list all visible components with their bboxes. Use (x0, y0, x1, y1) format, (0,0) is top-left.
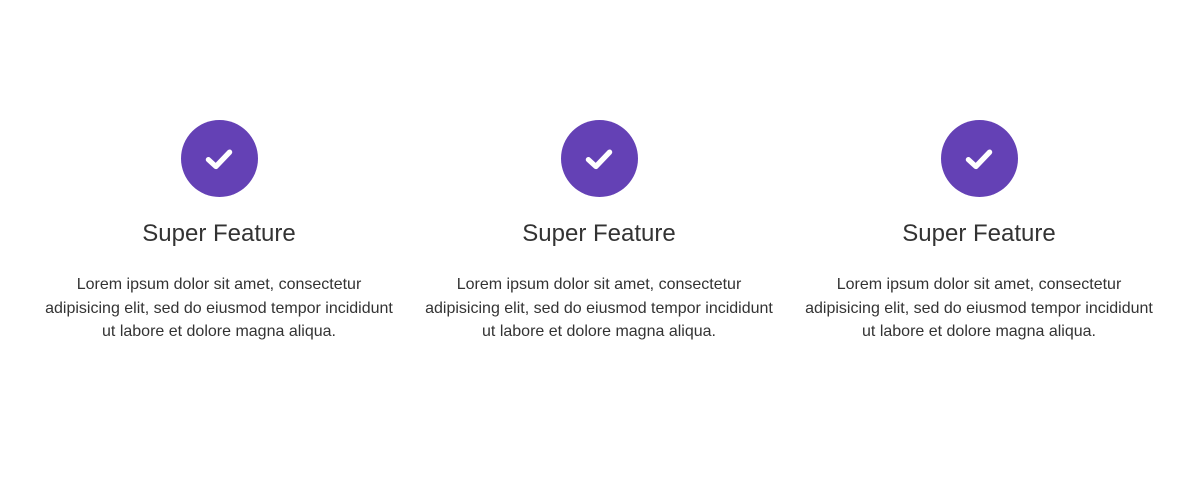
feature-title: Super Feature (902, 220, 1056, 247)
feature-card: Super Feature Lorem ipsum dolor sit amet… (29, 120, 409, 344)
feature-icon-badge (560, 120, 638, 197)
feature-title: Super Feature (142, 220, 296, 247)
feature-card: Super Feature Lorem ipsum dolor sit amet… (409, 120, 789, 344)
feature-title: Super Feature (522, 220, 676, 247)
feature-description: Lorem ipsum dolor sit amet, consectetur … (805, 276, 1153, 340)
check-icon (965, 149, 993, 169)
feature-icon-badge (180, 120, 258, 197)
check-icon (205, 149, 233, 169)
feature-description: Lorem ipsum dolor sit amet, consectetur … (45, 276, 393, 340)
feature-description: Lorem ipsum dolor sit amet, consectetur … (425, 276, 773, 340)
feature-icon-badge (940, 120, 1018, 197)
check-icon (585, 149, 613, 169)
feature-card: Super Feature Lorem ipsum dolor sit amet… (789, 120, 1169, 344)
features-section: Super Feature Lorem ipsum dolor sit amet… (0, 0, 1200, 479)
